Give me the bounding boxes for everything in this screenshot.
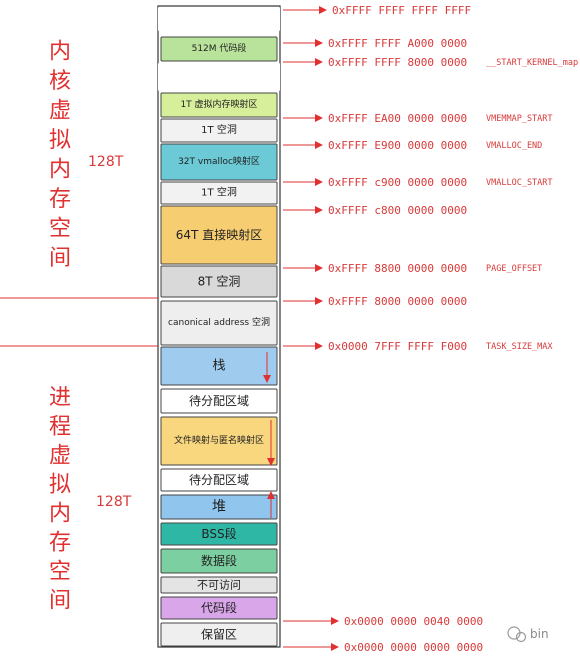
address-symbol: __START_KERNEL_map: [486, 58, 578, 68]
vertical-char: 虚: [49, 99, 71, 124]
kernel-size-label: 128T: [88, 154, 124, 170]
address-text: 0xFFFF FFFF 8000 0000: [328, 56, 467, 69]
segment-8: 8T 空洞: [160, 265, 278, 298]
segment-label: 栈: [212, 359, 225, 374]
segment-20: 代码段: [160, 596, 278, 620]
address-text: 0xFFFF 8800 0000 0000: [328, 262, 467, 275]
vertical-char: 虚: [49, 444, 71, 469]
segment-6: 1T 空洞: [160, 181, 278, 205]
watermark: bin: [507, 626, 549, 643]
segment-label: 保留区: [201, 628, 237, 642]
segment-4: 1T 空洞: [160, 118, 278, 143]
segment-label: BSS段: [201, 526, 236, 541]
segment-label: 文件映射与匿名映射区: [174, 434, 264, 446]
watermark-text: bin: [530, 627, 549, 641]
vertical-char: 间: [49, 246, 71, 271]
segment-2: [158, 63, 280, 91]
segments-layer: 512M 代码段 1T 虚拟内存映射区 1T 空洞 32T vmalloc映射区 1T …: [158, 7, 280, 647]
segment-15: 待分配区域: [160, 468, 278, 492]
segment-label: canonical address 空洞: [168, 316, 270, 328]
vertical-char: 拟: [49, 128, 71, 153]
vertical-char: 存: [49, 531, 71, 556]
segment-3: 1T 虚拟内存映射区: [160, 92, 278, 118]
segment-18: 数据段: [160, 548, 278, 574]
vertical-char: 拟: [49, 473, 71, 498]
vertical-char: 空: [49, 560, 71, 585]
segment-5: 32T vmalloc映射区: [160, 143, 278, 181]
vertical-char: 存: [49, 187, 71, 212]
segment-21: 保留区: [160, 622, 278, 647]
kernel-space-label: 内核虚拟内存空间: [49, 40, 71, 272]
vertical-char: 内: [49, 502, 71, 527]
address-symbol: TASK_SIZE_MAX: [486, 342, 553, 352]
segment-label: 堆: [212, 499, 226, 515]
address-text: 0xFFFF c900 0000 0000: [328, 176, 467, 189]
segment-label: 待分配区域: [189, 394, 249, 408]
segment-label: 待分配区域: [189, 473, 249, 487]
vertical-char: 内: [49, 40, 71, 65]
vertical-char: 核: [49, 69, 71, 94]
vertical-char: 内: [49, 158, 71, 183]
user-size-label: 128T: [96, 494, 132, 510]
segment-label: 512M 代码段: [192, 42, 247, 54]
address-text: 0xFFFF c800 0000 0000: [328, 204, 467, 217]
address-text: 0xFFFF FFFF FFFF FFFF: [332, 4, 471, 17]
segment-label: 数据段: [201, 553, 237, 568]
address-text: 0xFFFF E900 0000 0000: [328, 139, 467, 152]
address-labels: 0xFFFF FFFF FFFF FFFF 0xFFFF FFFF A000 00…: [328, 4, 578, 654]
segment-box: [158, 63, 280, 91]
address-arrows: [283, 6, 339, 651]
address-text: 0x0000 0000 0040 0000: [344, 615, 483, 628]
vertical-char: 空: [49, 217, 71, 242]
segment-1: 512M 代码段: [160, 36, 278, 62]
segment-label: 64T 直接映射区: [176, 227, 262, 242]
segment-14: 文件映射与匿名映射区: [160, 416, 278, 466]
segment-7: 64T 直接映射区: [160, 205, 278, 265]
address-symbol: VMEMMAP_START: [486, 114, 553, 124]
address-text: 0x0000 7FFF FFFF F000: [328, 340, 467, 353]
segment-label: 不可访问: [197, 579, 241, 592]
segment-0: [158, 7, 280, 31]
memory-layout-diagram: 512M 代码段 1T 虚拟内存映射区 1T 空洞 32T vmalloc映射区 1T …: [0, 4, 578, 654]
vertical-char: 程: [49, 415, 71, 440]
address-symbol: VMALLOC_START: [486, 178, 553, 188]
segment-label: 32T vmalloc映射区: [178, 155, 260, 167]
address-symbol: VMALLOC_END: [486, 141, 542, 151]
segment-label: 代码段: [201, 600, 237, 615]
address-text: 0x0000 0000 0000 0000: [344, 641, 483, 654]
segment-label: 1T 虚拟内存映射区: [180, 98, 257, 110]
segment-17: BSS段: [160, 522, 278, 546]
segment-13: 待分配区域: [160, 388, 278, 414]
segment-label: 8T 空洞: [198, 275, 241, 289]
vertical-char: 进: [49, 386, 71, 411]
address-text: 0xFFFF EA00 0000 0000: [328, 112, 467, 125]
address-symbol: PAGE_OFFSET: [486, 264, 542, 274]
address-text: 0xFFFF FFFF A000 0000: [328, 37, 467, 50]
segment-16: 堆: [160, 494, 278, 520]
segment-label: 1T 空洞: [201, 123, 237, 136]
user-space-label: 进程虚拟内存空间: [49, 386, 71, 614]
segment-12: 栈: [160, 346, 278, 386]
address-text: 0xFFFF 8000 0000 0000: [328, 295, 467, 308]
segment-10: canonical address 空洞: [160, 300, 278, 346]
vertical-char: 间: [49, 589, 71, 614]
segment-label: 1T 空洞: [201, 186, 237, 199]
segment-box: [158, 7, 280, 31]
segment-19: 不可访问: [160, 576, 278, 594]
